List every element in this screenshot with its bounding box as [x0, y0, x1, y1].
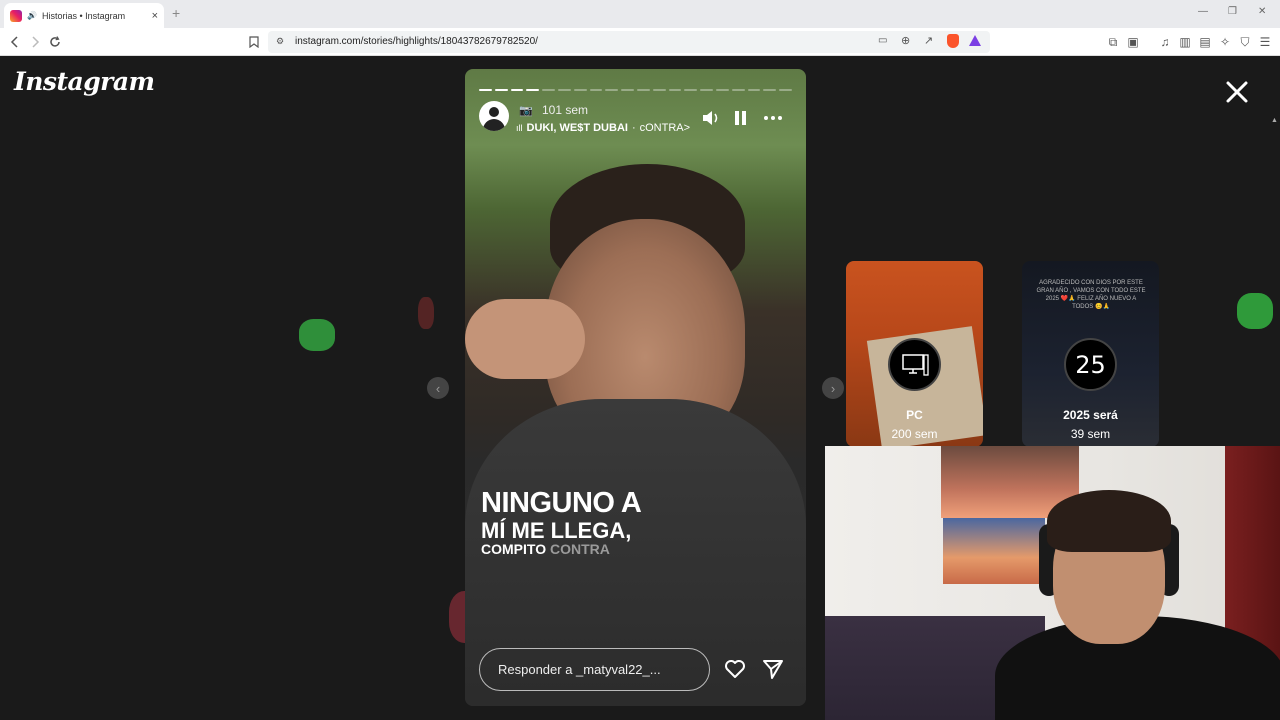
vpn-icon[interactable]: ⛉ — [1236, 33, 1254, 51]
tab-title: Historias • Instagram — [41, 10, 126, 21]
brave-shields-icon[interactable] — [947, 34, 959, 48]
story-caption-line3: COMPITO CONTRA — [481, 541, 610, 557]
back-icon[interactable] — [6, 33, 24, 51]
progress-segment — [479, 89, 492, 91]
highlight-preview-text: AGRADECIDO CON DIOS POR ESTE GRAN AÑO , … — [1036, 280, 1146, 311]
heart-icon[interactable] — [723, 657, 747, 681]
audio-bars-icon: ıll — [516, 123, 523, 133]
progress-segment — [763, 89, 777, 91]
sidebar-icon[interactable]: ▥ — [1176, 33, 1194, 51]
tab-close-button[interactable]: × — [152, 10, 158, 22]
browser-titlebar: 🔊 Historias • Instagram × + — ❐ ✕ — [0, 0, 1280, 28]
minimize-button[interactable]: — — [1198, 6, 1208, 17]
cast-icon[interactable]: ▭ — [878, 35, 887, 46]
story-caption-line1: NINGUNO A — [481, 487, 642, 519]
highlight-card-2025[interactable]: AGRADECIDO CON DIOS POR ESTE GRAN AÑO , … — [1022, 261, 1159, 447]
close-story-icon[interactable] — [1222, 77, 1252, 107]
instagram-logo[interactable]: Instagram — [14, 67, 155, 96]
share-icon[interactable]: ↗ — [924, 34, 933, 47]
story-progress-bar — [479, 89, 792, 92]
music-attribution[interactable]: ıll DUKI, WE$T DUBAI · cONTRA> — [516, 122, 690, 134]
progress-segment — [636, 89, 650, 91]
highlight-timestamp: 39 sem — [1070, 427, 1111, 441]
progress-segment — [542, 89, 555, 91]
url-text[interactable]: instagram.com/stories/highlights/1804378… — [295, 36, 538, 47]
reply-placeholder: Responder a _matyval22_... — [498, 662, 661, 677]
screenshot-icon[interactable]: ▣ — [1124, 33, 1142, 51]
browser-tab[interactable]: 🔊 Historias • Instagram × — [4, 3, 164, 28]
menu-icon[interactable]: ☰ — [1256, 33, 1274, 51]
browser-toolbar: ⚙ instagram.com/stories/highlights/18043… — [0, 28, 1280, 56]
progress-segment — [684, 89, 698, 91]
zoom-icon[interactable]: ⊕ — [901, 34, 910, 47]
music-artist[interactable]: DUKI, WE$T DUBAI — [527, 122, 628, 134]
highlight-cover-circle: 25 — [1064, 338, 1117, 391]
pause-icon[interactable] — [731, 109, 751, 127]
reply-input[interactable]: Responder a _matyval22_... — [479, 648, 710, 691]
send-icon[interactable] — [761, 657, 785, 681]
progress-segment — [494, 89, 508, 91]
highlight-title: PC — [906, 408, 923, 422]
progress-segment — [605, 89, 619, 91]
bookmark-icon[interactable] — [245, 33, 263, 51]
webcam-overlay — [825, 446, 1280, 720]
reload-icon[interactable] — [46, 33, 64, 51]
highlight-title: 2025 será — [1063, 408, 1118, 422]
camera-icon: 📷 — [519, 105, 533, 117]
progress-segment — [573, 89, 587, 91]
decorative-sticker — [1237, 293, 1273, 329]
maximize-button[interactable]: ❐ — [1228, 6, 1237, 17]
decorative-sticker — [418, 297, 434, 329]
music-icon[interactable]: ♫ — [1156, 33, 1174, 51]
site-info-icon[interactable]: ⚙ — [276, 36, 284, 47]
previous-story-button[interactable]: ‹ — [427, 377, 449, 399]
progress-segment — [700, 89, 713, 91]
brave-rewards-icon[interactable] — [969, 35, 981, 46]
progress-segment — [589, 89, 603, 91]
progress-segment — [652, 89, 666, 91]
highlight-timestamp: 200 sem — [891, 427, 938, 441]
forward-icon[interactable] — [26, 33, 44, 51]
wallet-icon[interactable]: ▤ — [1196, 33, 1214, 51]
story-photo-hand — [465, 299, 585, 379]
computer-icon — [888, 338, 941, 391]
progress-segment — [526, 89, 540, 91]
streamer-hair — [1047, 490, 1171, 552]
progress-segment — [621, 89, 634, 91]
story-caption-line3-a: COMPITO — [481, 541, 550, 557]
story-timestamp: 101 sem — [542, 103, 589, 117]
music-separator: · — [631, 122, 636, 134]
extensions-icon[interactable]: ⧉ — [1104, 33, 1122, 51]
progress-segment — [510, 89, 524, 91]
new-tab-button[interactable]: + — [172, 5, 180, 21]
speaker-icon: 🔊 — [27, 11, 37, 20]
scroll-up-icon[interactable]: ▲ — [1271, 117, 1278, 124]
instagram-favicon-icon — [10, 9, 22, 22]
story-card[interactable]: 📷 101 sem ıll DUKI, WE$T DUBAI · cONTRA>… — [465, 69, 806, 706]
progress-segment — [557, 89, 571, 91]
volume-icon[interactable] — [701, 109, 721, 127]
decorative-sticker — [299, 319, 335, 351]
progress-segment — [731, 89, 745, 91]
wall-poster — [943, 518, 1045, 584]
progress-segment — [715, 89, 729, 91]
next-story-button[interactable]: › — [822, 377, 844, 399]
music-song[interactable]: cONTRA> — [640, 122, 690, 134]
highlight-card-pc[interactable]: PC 200 sem — [846, 261, 983, 447]
story-caption-line3-b: CONTRA — [549, 541, 610, 557]
more-options-icon[interactable] — [763, 109, 783, 127]
window-close-button[interactable]: ✕ — [1258, 6, 1266, 17]
leo-ai-icon[interactable]: ✧ — [1216, 33, 1234, 51]
progress-segment — [747, 89, 761, 91]
address-bar[interactable]: ⚙ instagram.com/stories/highlights/18043… — [268, 31, 990, 53]
avatar[interactable] — [479, 101, 509, 131]
progress-segment — [779, 89, 792, 91]
progress-segment — [668, 89, 682, 91]
